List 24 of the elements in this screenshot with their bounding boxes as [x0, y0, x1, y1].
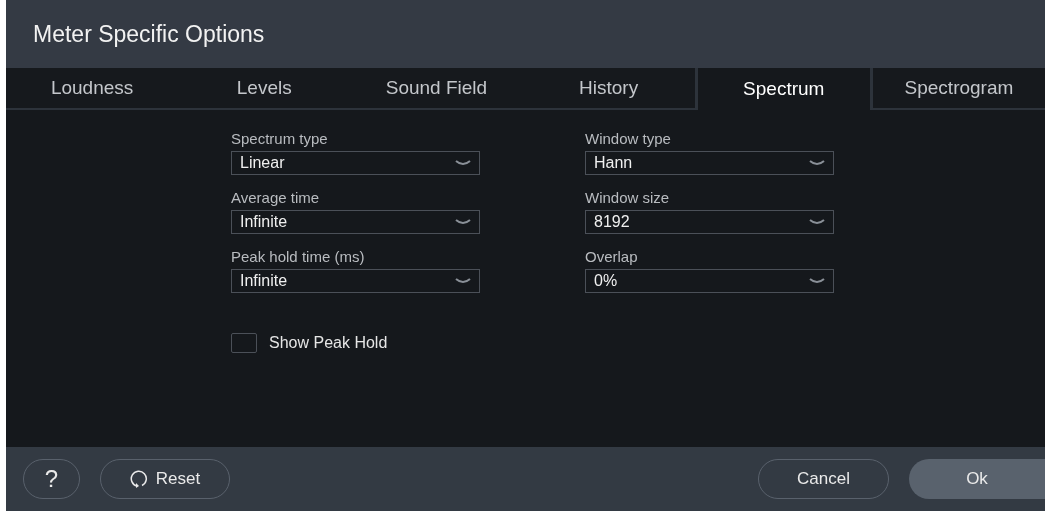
checkbox-label: Show Peak Hold — [269, 334, 388, 352]
tab[interactable]: Spectrum — [694, 68, 873, 110]
field-label: Window size — [585, 189, 671, 206]
dropdown[interactable]: Infinite — [231, 269, 480, 293]
field-label: Peak hold time (ms) — [231, 248, 366, 265]
dropdown[interactable]: Linear — [231, 151, 480, 175]
checkbox[interactable] — [231, 333, 257, 353]
field-label: Overlap — [585, 248, 639, 265]
dropdown[interactable]: 0% — [585, 269, 834, 293]
chevron-down-icon — [809, 277, 825, 285]
window-title: Meter Specific Options — [33, 20, 265, 48]
chevron-down-icon — [455, 218, 471, 226]
dropdown[interactable]: Hann — [585, 151, 834, 175]
dropdown[interactable]: 8192 — [585, 210, 834, 234]
field-label: Window type — [585, 130, 672, 147]
chevron-down-icon — [455, 159, 471, 167]
reset-icon — [129, 470, 148, 488]
field-label: Average time — [231, 189, 321, 206]
dropdown[interactable]: Infinite — [231, 210, 480, 234]
chevron-down-icon — [455, 277, 471, 285]
chevron-down-icon — [809, 159, 825, 167]
ok-button[interactable]: Ok — [909, 459, 1045, 499]
field-label: Spectrum type — [231, 130, 329, 147]
chevron-down-icon — [809, 218, 825, 226]
